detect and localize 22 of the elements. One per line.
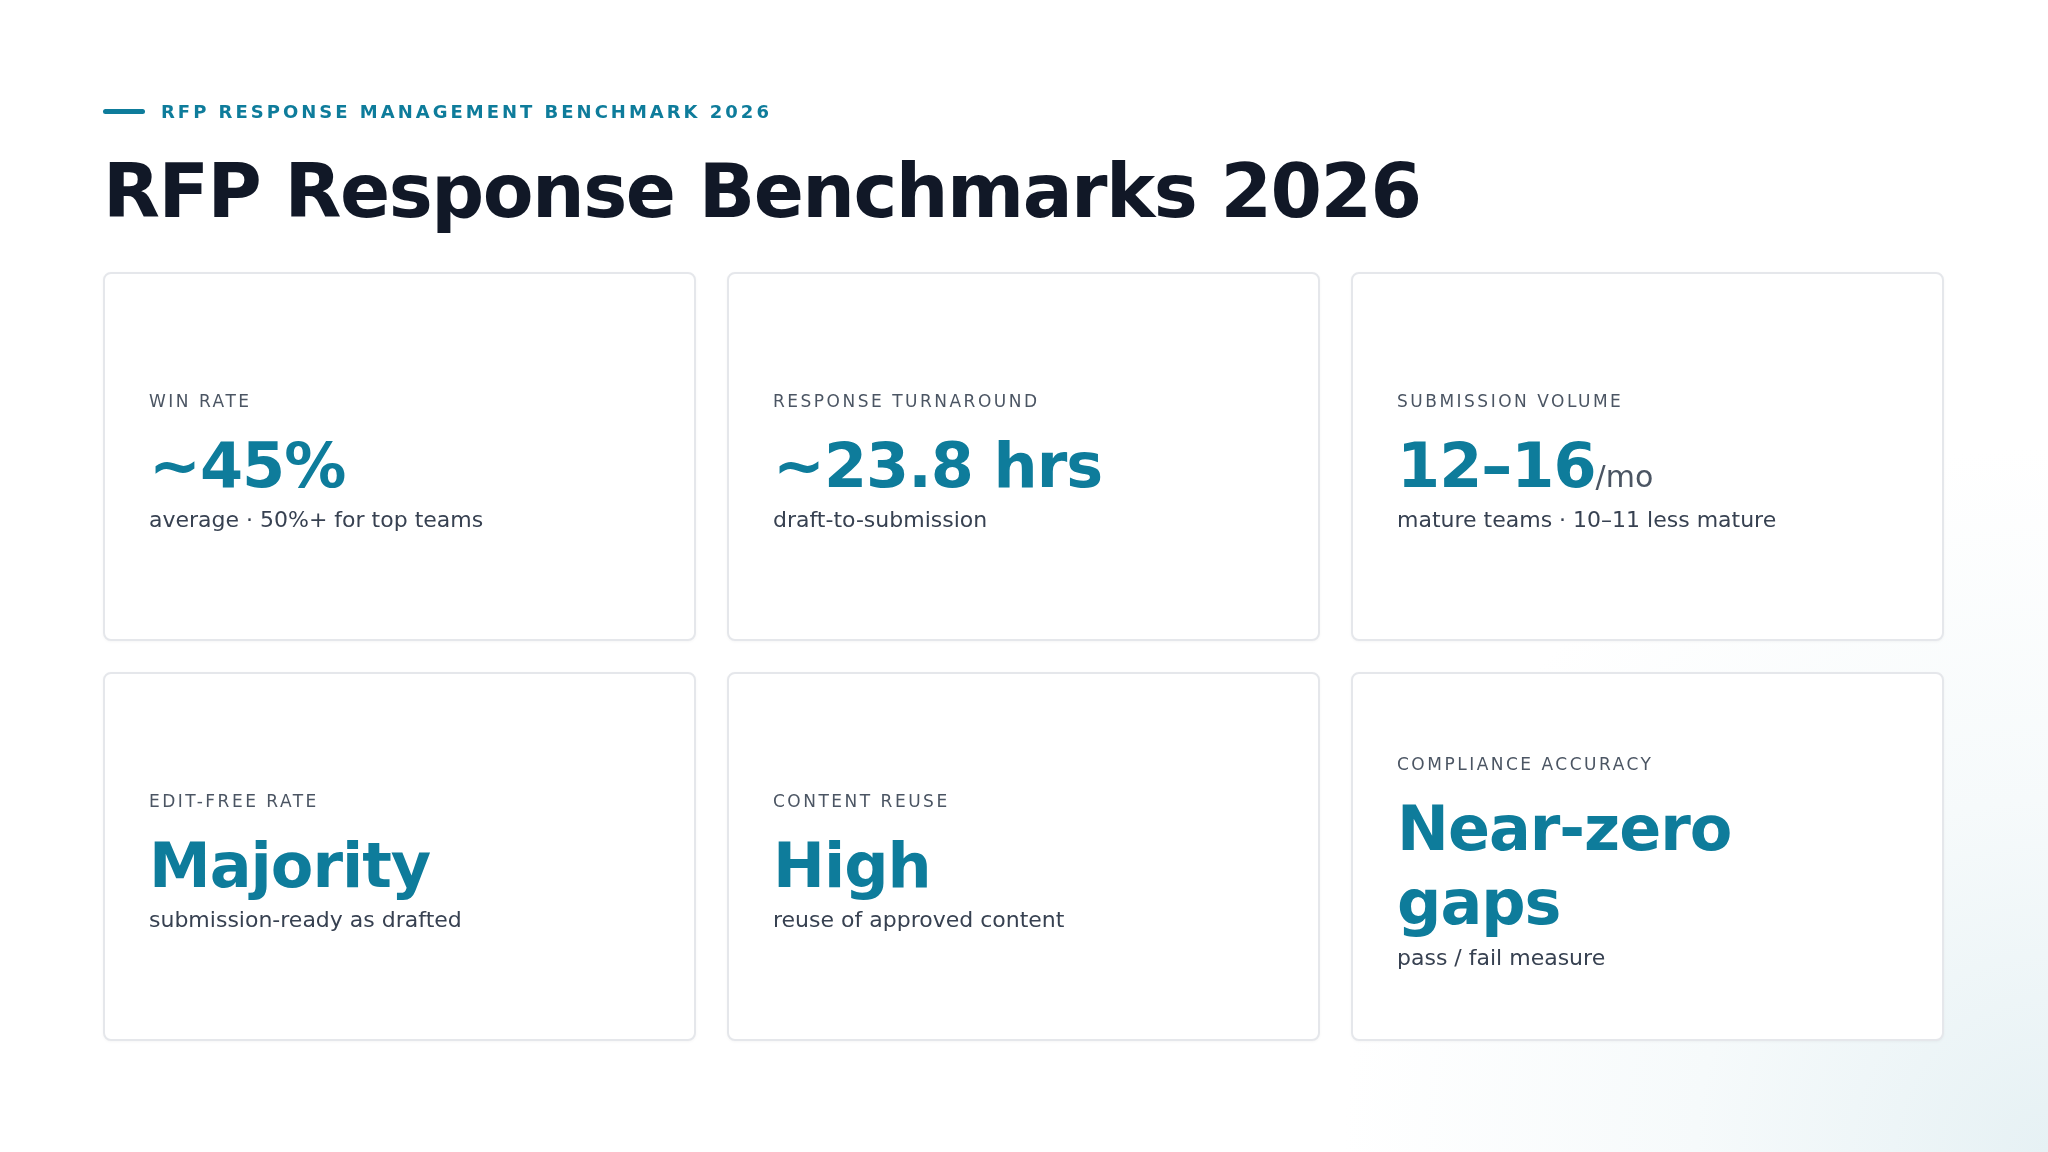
metric-label: WIN RATE bbox=[149, 390, 253, 414]
accent-bar bbox=[103, 109, 145, 114]
metric-label: CONTENT REUSE bbox=[773, 790, 951, 814]
eyebrow-label: RFP RESPONSE MANAGEMENT BENCHMARK 2026 bbox=[161, 100, 772, 124]
metric-note: reuse of approved content bbox=[773, 906, 1066, 935]
metric-value: 12–16 bbox=[1397, 428, 1596, 502]
metric-value: Majority bbox=[149, 828, 431, 902]
metric-note: draft-to-submission bbox=[773, 506, 989, 535]
page-title: RFP Response Benchmarks 2026 bbox=[103, 151, 1422, 233]
metric-note: pass / fail measure bbox=[1397, 943, 1607, 972]
metric-label: RESPONSE TURNAROUND bbox=[773, 390, 1041, 414]
metric-label: EDIT-FREE RATE bbox=[149, 790, 320, 814]
metric-value: Near-zero gaps bbox=[1397, 791, 1732, 940]
metric-label: SUBMISSION VOLUME bbox=[1397, 390, 1625, 414]
metric-unit: /mo bbox=[1595, 458, 1654, 494]
metric-label: COMPLIANCE ACCURACY bbox=[1397, 753, 1655, 777]
metric-value: ~45% bbox=[149, 428, 346, 502]
metric-note: average · 50%+ for top teams bbox=[149, 506, 485, 535]
metric-value: High bbox=[773, 828, 931, 902]
metric-note: submission-ready as drafted bbox=[149, 906, 463, 935]
metric-value: ~23.8 hrs bbox=[773, 428, 1103, 502]
metric-note: mature teams · 10–11 less mature bbox=[1397, 506, 1778, 535]
